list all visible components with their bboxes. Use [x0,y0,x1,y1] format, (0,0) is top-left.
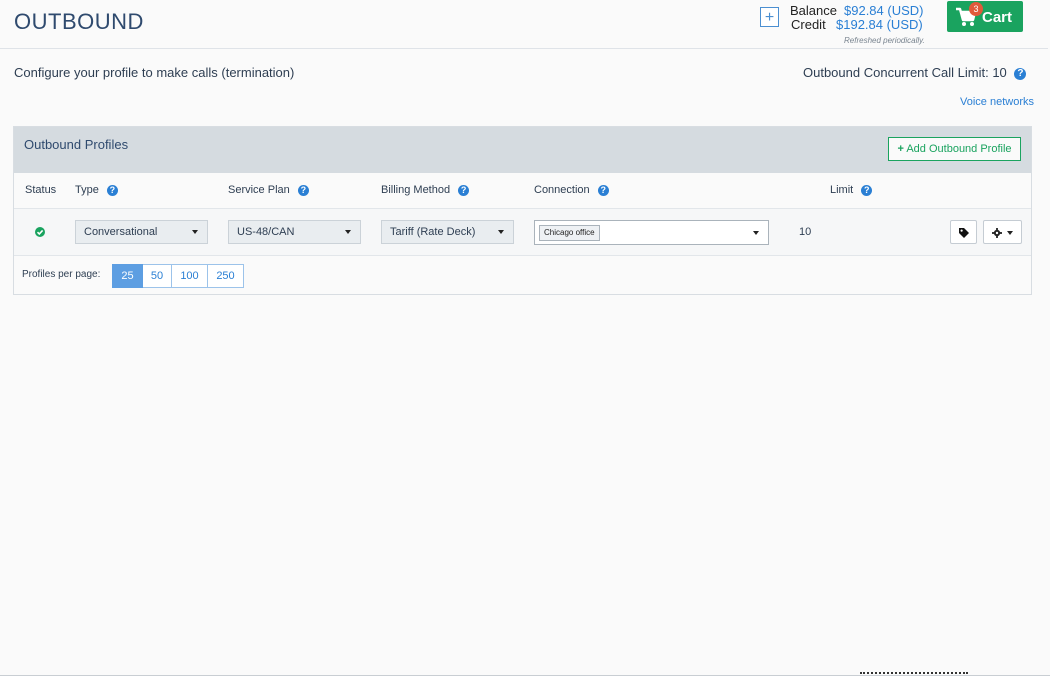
column-header-type: Type ? [75,184,118,196]
plus-icon: + [897,143,904,155]
balance-label: Balance [790,3,837,18]
balance-value: $92.84 (USD) [844,3,924,18]
help-icon[interactable]: ? [1014,67,1027,80]
cart-label: Cart [982,9,1013,26]
credit-value: $192.84 (USD) [836,17,923,32]
page-size-100[interactable]: 100 [172,264,208,288]
check-circle-icon [35,227,45,237]
panel-header: Outbound Profiles + Add Outbound Profile [14,127,1031,173]
gear-icon [992,228,1002,238]
add-outbound-profile-button[interactable]: + Add Outbound Profile [888,137,1021,161]
concurrent-call-limit-text: Outbound Concurrent Call Limit: 10 [803,65,1007,80]
caret-down-icon [498,230,504,234]
service-plan-select[interactable]: US-48/CAN [228,220,361,244]
plus-icon: + [764,9,775,26]
connection-select[interactable]: Chicago office [534,220,769,245]
connection-tag[interactable]: Chicago office [539,225,600,241]
caret-down-icon [1007,231,1013,235]
type-select[interactable]: Conversational [75,220,208,244]
type-select-value: Conversational [84,226,158,238]
page-title: OUTBOUND [14,9,144,34]
profiles-per-page-label: Profiles per page: [22,269,101,280]
outbound-profiles-panel: Outbound Profiles + Add Outbound Profile… [13,126,1032,295]
page-size-25[interactable]: 25 [112,264,143,288]
concurrent-call-limit: Outbound Concurrent Call Limit: 10 ? [803,65,1027,80]
page-size-250[interactable]: 250 [208,264,244,288]
column-header-limit-label: Limit [830,184,854,196]
help-icon[interactable]: ? [297,184,309,196]
billing-method-select[interactable]: Tariff (Rate Deck) [381,220,514,244]
help-icon[interactable]: ? [597,184,609,196]
billing-method-select-value: Tariff (Rate Deck) [390,226,476,238]
panel-title: Outbound Profiles [24,137,129,152]
row-divider [14,255,1031,256]
resize-handle[interactable] [860,672,968,674]
caret-down-icon [345,230,351,234]
voice-networks-link[interactable]: Voice networks [960,96,1034,108]
add-funds-button[interactable]: + [760,7,779,27]
column-header-status: Status [25,184,57,196]
cart-button[interactable]: 3 Cart [947,1,1023,32]
caret-down-icon [192,230,198,234]
page-size-selector: 25 50 100 250 [112,264,244,288]
column-header-service-plan-label: Service Plan [228,184,290,196]
header-divider [0,48,1048,49]
column-header-billing-method: Billing Method ? [381,184,470,196]
column-header-type-label: Type [75,184,99,196]
column-header-limit: Limit ? [830,184,873,196]
help-icon[interactable]: ? [861,184,873,196]
tag-icon [959,228,969,238]
column-header-billing-method-label: Billing Method [381,184,451,196]
caret-down-icon [753,231,759,235]
page-size-50[interactable]: 50 [143,264,172,288]
row-actions-button[interactable] [983,220,1022,244]
cart-count-badge: 3 [969,2,983,16]
credit-label: Credit [791,17,826,32]
help-icon[interactable]: ? [458,184,470,196]
help-icon[interactable]: ? [106,184,118,196]
page-subtitle: Configure your profile to make calls (te… [14,65,295,80]
limit-value: 10 [799,226,812,238]
column-header-connection: Connection ? [534,184,609,196]
refreshed-note: Refreshed periodically. [844,36,925,45]
column-header-connection-label: Connection [534,184,590,196]
column-header-service-plan: Service Plan ? [228,184,309,196]
service-plan-select-value: US-48/CAN [237,226,295,238]
add-outbound-profile-label: Add Outbound Profile [906,143,1012,155]
tags-button[interactable] [950,220,977,244]
